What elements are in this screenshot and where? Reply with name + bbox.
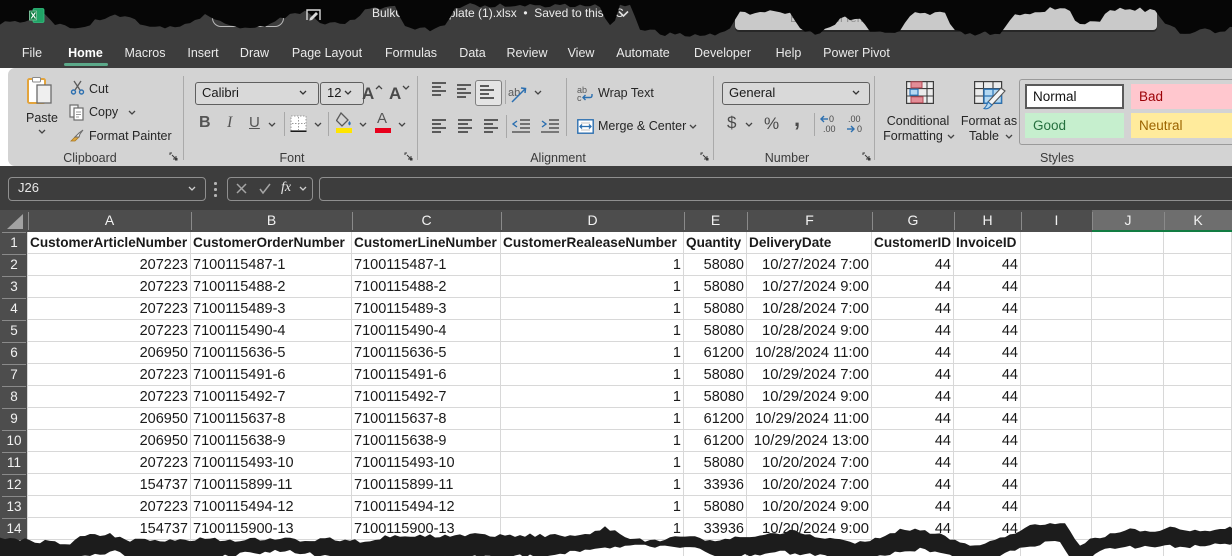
svg-text:0: 0 [829, 114, 834, 124]
svg-text:X: X [31, 11, 37, 21]
svg-text:c: c [577, 93, 582, 102]
svg-text:0: 0 [857, 124, 862, 133]
svg-text:.00: .00 [823, 124, 836, 133]
svg-text:.00: .00 [848, 114, 861, 124]
svg-text:ab: ab [508, 87, 520, 99]
